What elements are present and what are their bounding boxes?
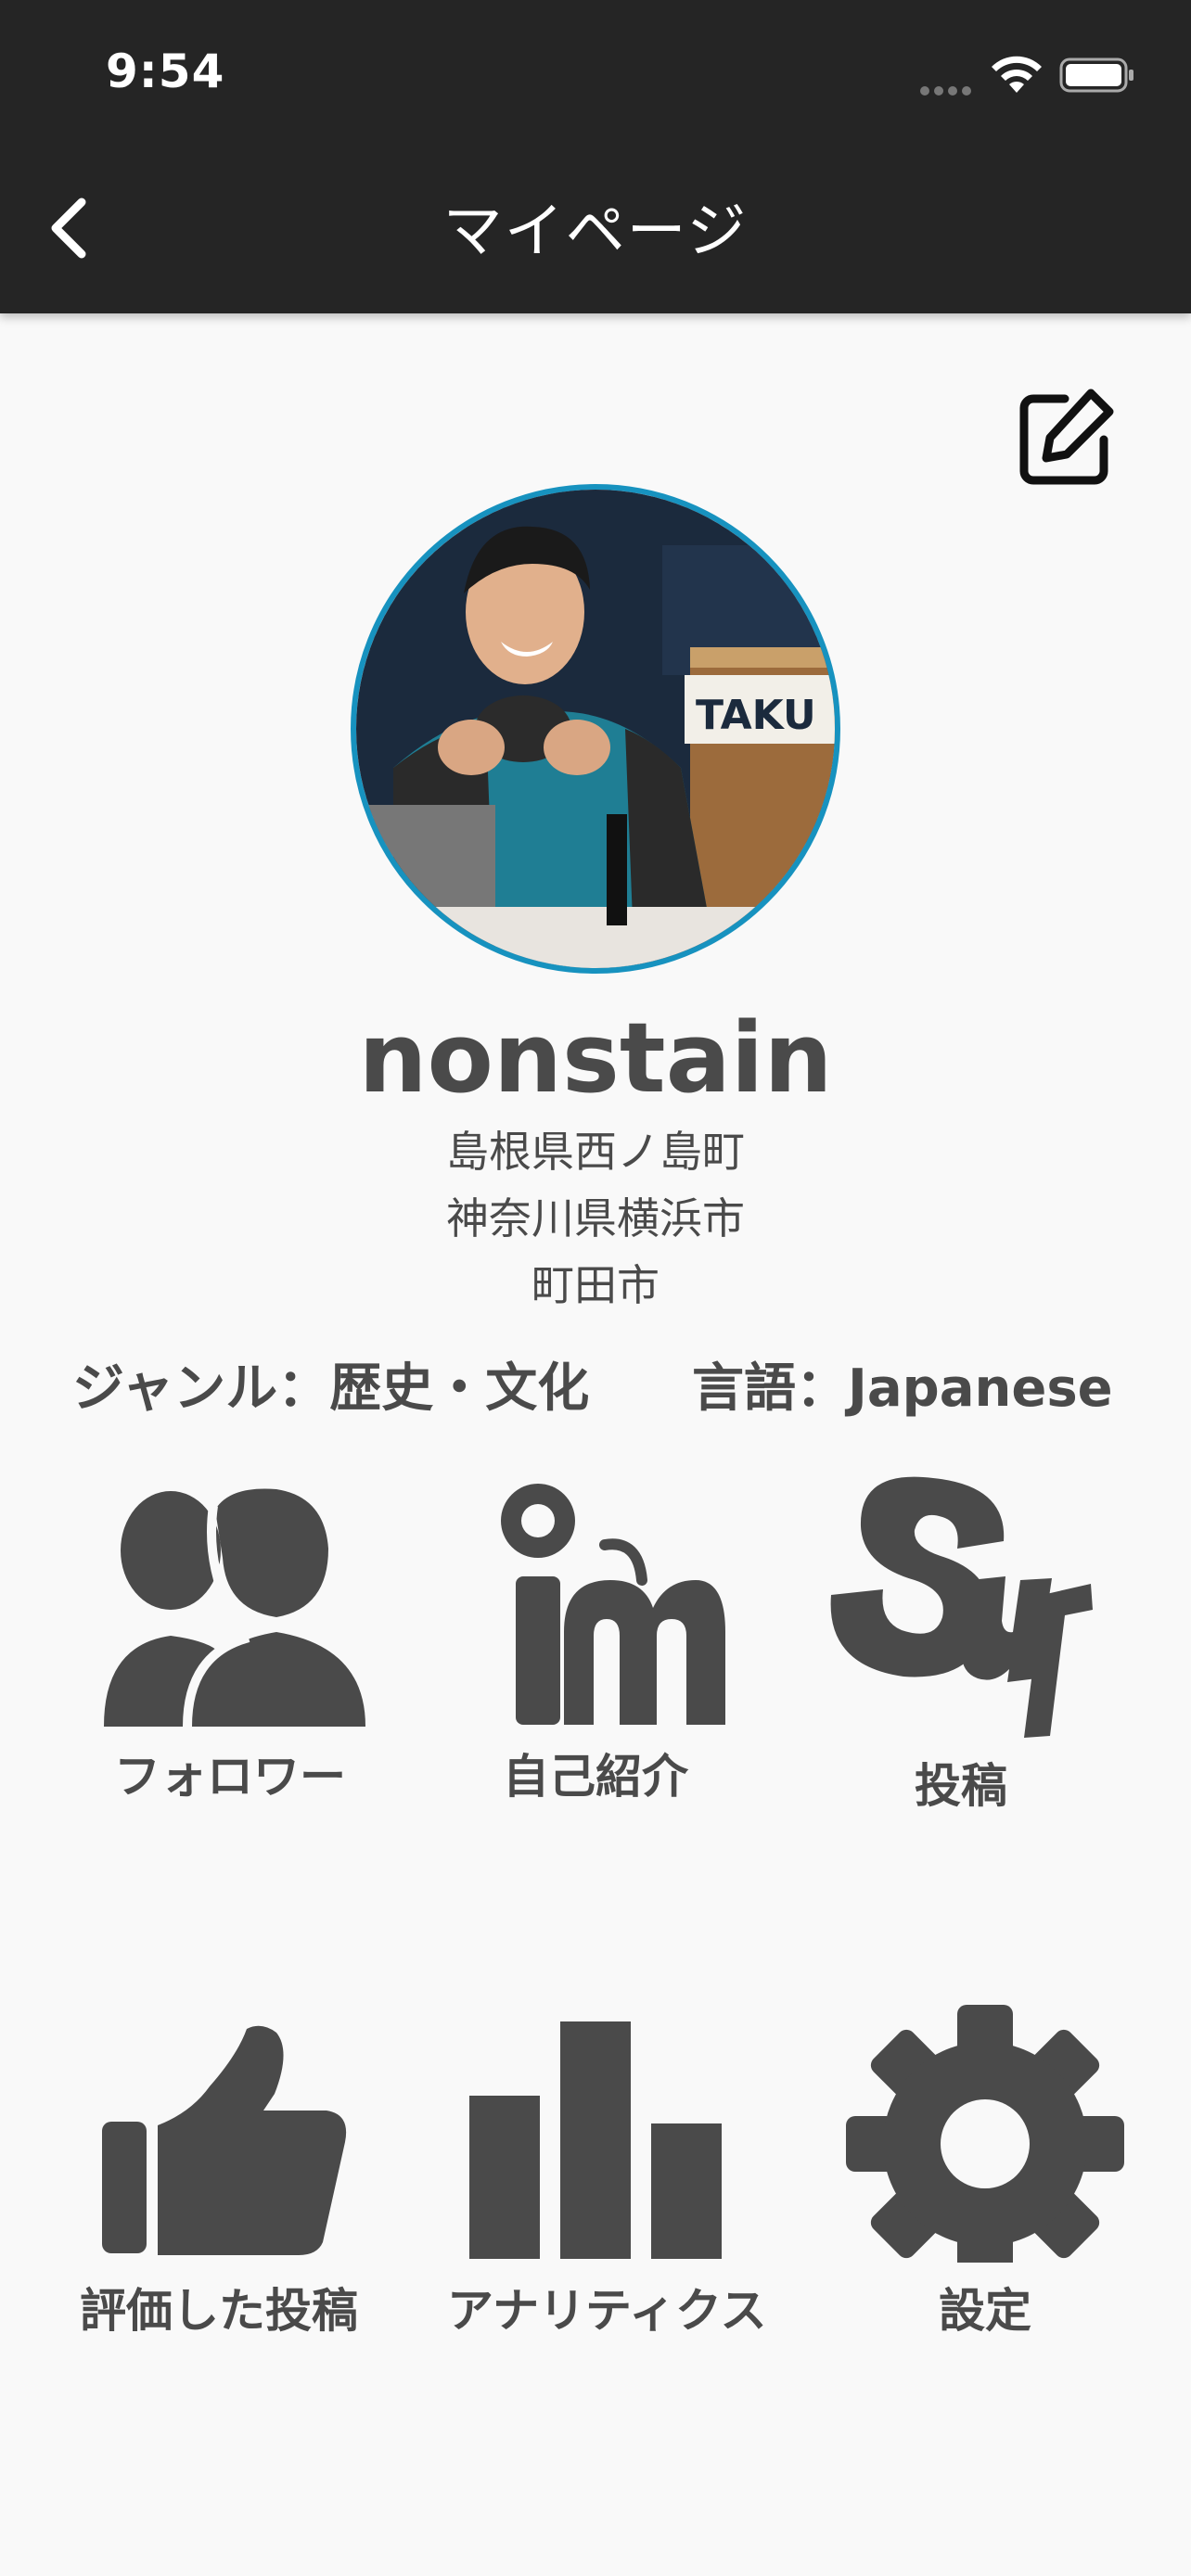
posts-label: 投稿 bbox=[915, 1759, 1007, 1813]
posts-tile[interactable]: 投稿 bbox=[813, 1469, 1109, 1816]
thumbs-up-icon bbox=[102, 2025, 347, 2255]
edit-icon bbox=[1019, 389, 1114, 485]
signal-icon bbox=[920, 82, 978, 96]
avatar-sign-text: TAKU bbox=[696, 692, 816, 739]
edit-profile-button[interactable] bbox=[1013, 386, 1117, 490]
liked-posts-tile[interactable]: 評価した投稿 bbox=[70, 2021, 367, 2340]
settings-tile[interactable]: 設定 bbox=[837, 2003, 1133, 2340]
top-header: 9:54 マイページ bbox=[0, 0, 1191, 313]
self-intro-label: 自己紹介 bbox=[503, 1750, 688, 1804]
bar-chart-icon bbox=[469, 2021, 722, 2259]
status-time: 9:54 bbox=[106, 45, 225, 98]
page-title: マイページ bbox=[442, 198, 749, 266]
followers-icon bbox=[104, 1488, 365, 1728]
location-line-3: 町田市 bbox=[531, 1260, 660, 1310]
followers-label: フォロワー bbox=[114, 1750, 346, 1804]
battery-icon bbox=[1059, 57, 1133, 93]
self-intro-tile[interactable]: 自己紹介 bbox=[447, 1469, 744, 1806]
language-label: 言語：Japanese bbox=[692, 1358, 1113, 1419]
analytics-label: アナリティクス bbox=[447, 2284, 767, 2338]
analytics-tile[interactable]: アナリティクス bbox=[447, 2021, 767, 2340]
liked-posts-label: 評価した投稿 bbox=[80, 2284, 358, 2338]
avatar[interactable]: TAKU bbox=[351, 484, 840, 974]
location-line-2: 神奈川県横浜市 bbox=[446, 1193, 745, 1243]
posts-icon bbox=[830, 1476, 1093, 1738]
self-intro-icon bbox=[501, 1484, 725, 1725]
genre-label: ジャンル：歴史・文化 bbox=[72, 1358, 590, 1419]
followers-tile[interactable]: フォロワー bbox=[82, 1469, 378, 1806]
gear-icon bbox=[846, 2005, 1124, 2263]
username: nonstain bbox=[358, 1001, 833, 1115]
settings-label: 設定 bbox=[939, 2284, 1031, 2338]
avatar-photo: TAKU bbox=[356, 490, 835, 968]
wifi-icon bbox=[992, 56, 1042, 93]
location-line-1: 島根県西ノ島町 bbox=[446, 1127, 745, 1177]
